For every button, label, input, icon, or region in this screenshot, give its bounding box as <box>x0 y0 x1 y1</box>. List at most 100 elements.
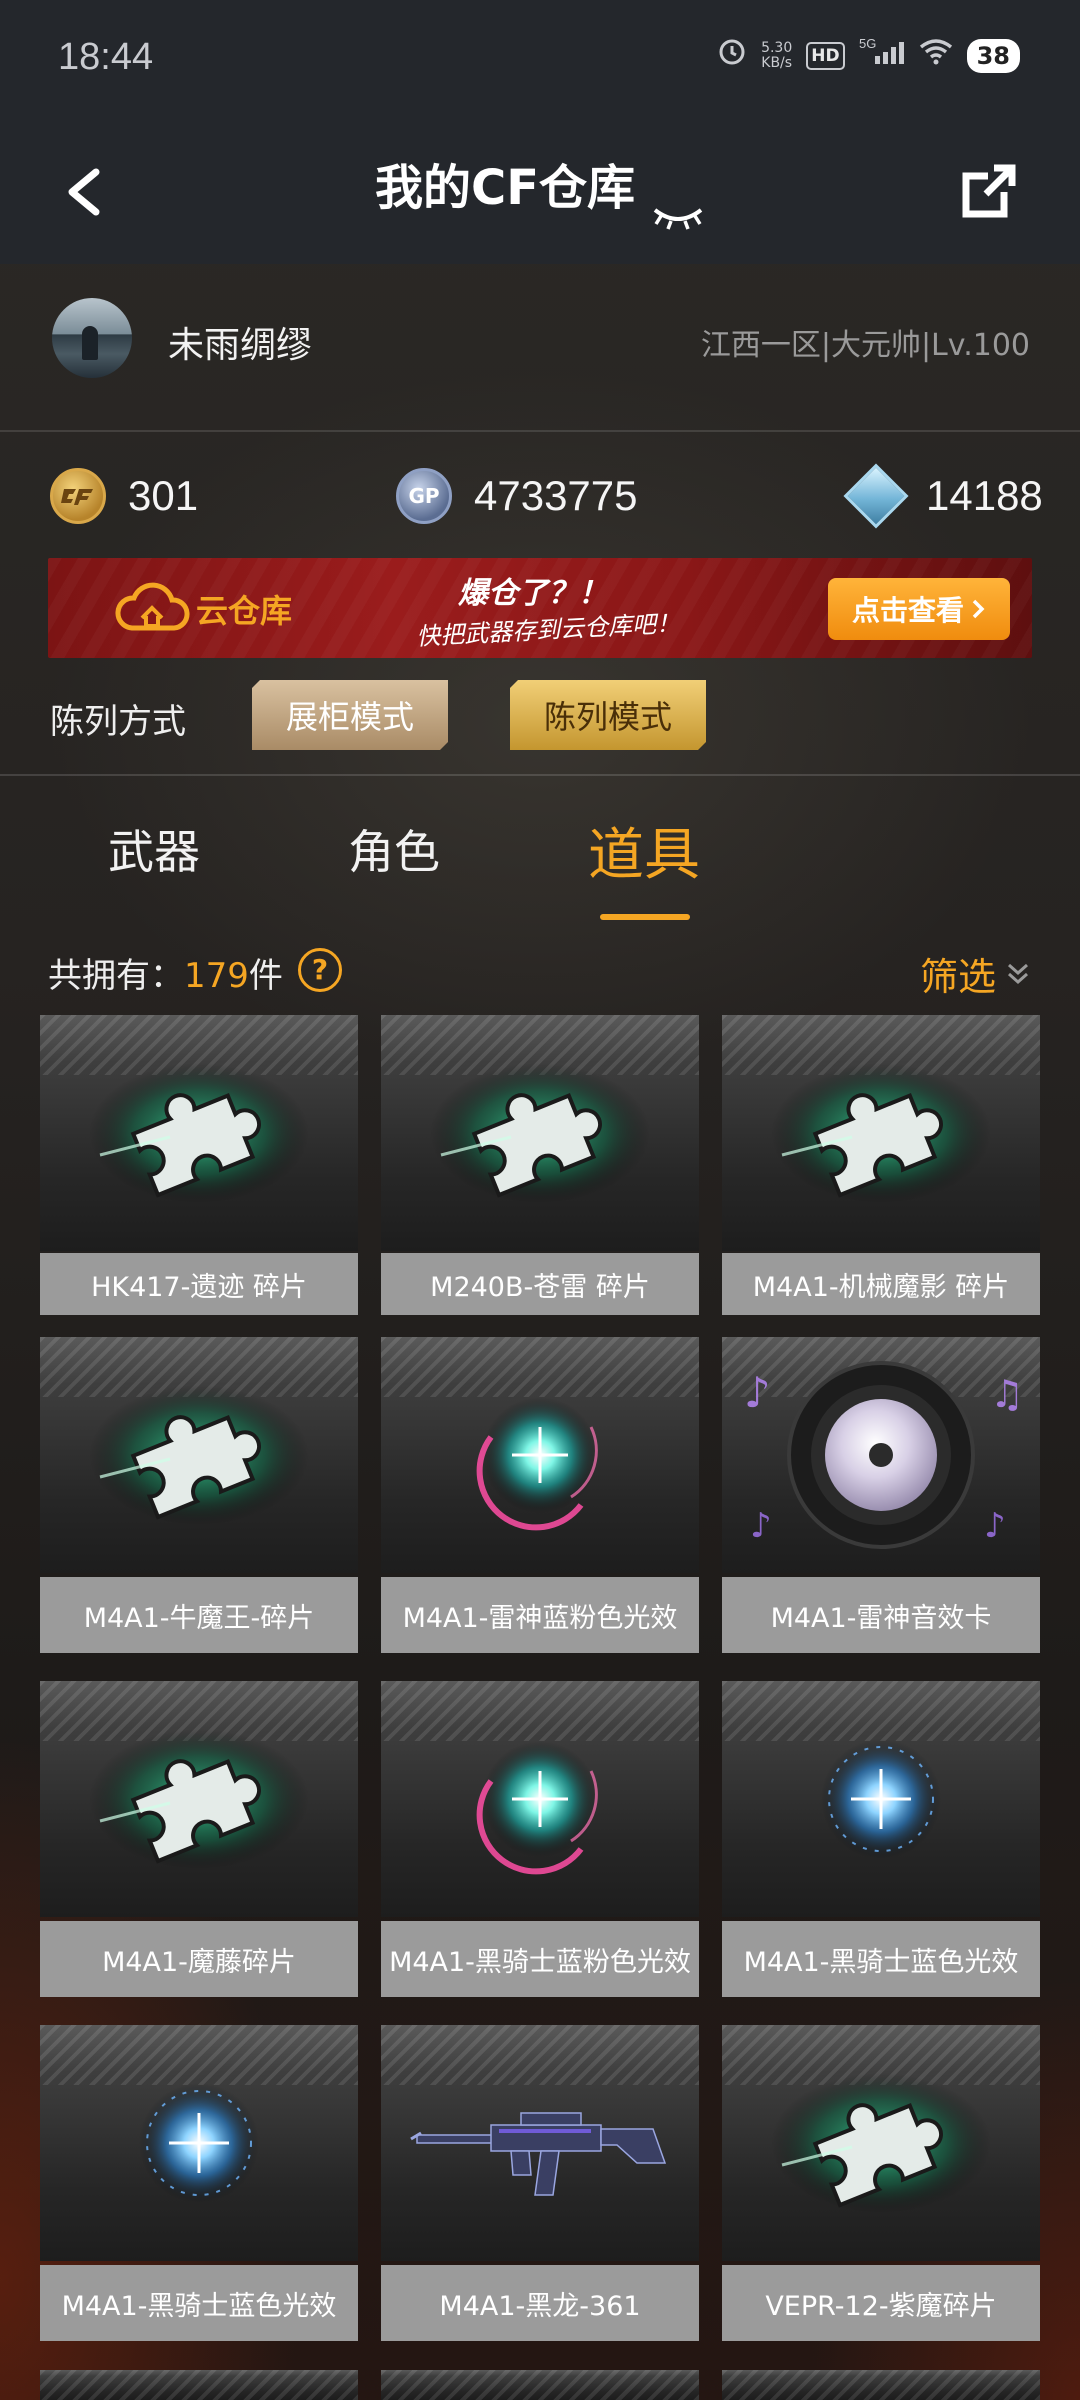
svg-text:5G: 5G <box>859 36 876 51</box>
diamond-point: 14188 <box>843 463 1043 529</box>
status-icons: 5.30 KB/s HD 5G 38 <box>717 36 1020 76</box>
chevron-right-icon <box>972 599 985 619</box>
double-chevron-down-icon <box>1008 963 1028 984</box>
item-card[interactable]: M4A1-黑骑士蓝粉色光效 <box>381 1681 699 1997</box>
glow-blue-icon <box>722 1681 1040 1917</box>
page-title-text: 我的CF仓库 <box>374 160 636 216</box>
item-name: M4A1-黑骑士蓝色光效 <box>40 2265 358 2341</box>
item-name: M4A1-黑骑士蓝粉色光效 <box>381 1921 699 1997</box>
server-info: 江西一区|大元帅|Lv.100 <box>700 328 1030 363</box>
item-name: M4A1-雷神蓝粉色光效 <box>381 1577 699 1653</box>
banner-headline: 爆仓了？！ <box>458 576 608 611</box>
category-tabs: 武器 角色 道具 <box>0 780 1080 920</box>
item-card-partial[interactable] <box>40 2370 358 2400</box>
item-thumbnail <box>40 2370 358 2400</box>
diamond-value: 14188 <box>926 472 1043 519</box>
tab-items[interactable]: 道具 <box>588 810 700 891</box>
share-icon <box>962 164 1016 218</box>
item-thumbnail <box>722 2370 1040 2400</box>
item-name: M4A1-牛魔王-碎片 <box>40 1577 358 1653</box>
item-name: M4A1-黑骑士蓝色光效 <box>722 1921 1040 1997</box>
count-suffix: 件 <box>248 956 283 996</box>
svg-text:♪: ♪ <box>984 1506 1006 1546</box>
puzzle-icon <box>722 2025 1040 2261</box>
item-name: M240B-苍雷 碎片 <box>381 1253 699 1315</box>
puzzle-icon <box>381 1015 699 1251</box>
display-mode-row: 陈列方式 展柜模式 陈列模式 <box>0 680 1080 776</box>
item-card[interactable]: M4A1-黑骑士蓝色光效 <box>40 2025 358 2341</box>
item-name: M4A1-黑龙-361 <box>381 2265 699 2341</box>
item-thumbnail <box>381 2370 699 2400</box>
view-button[interactable]: 点击查看 <box>828 578 1010 640</box>
view-button-label: 点击查看 <box>851 594 964 627</box>
count-row: 共拥有：179件 ? 筛选 <box>0 940 1080 1000</box>
glow-pink-icon <box>381 1337 699 1573</box>
alarm-icon <box>717 36 747 77</box>
list-mode-button[interactable]: 陈列模式 <box>510 680 706 750</box>
item-card-partial[interactable] <box>381 2370 699 2400</box>
item-card[interactable]: M4A1-黑龙-361 <box>381 2025 699 2341</box>
item-name: M4A1-雷神音效卡 <box>722 1577 1040 1653</box>
currency-row: 301 GP 4733775 14188 <box>0 432 1080 557</box>
item-card[interactable]: ♪ ♫ ♪ ♪ M4A1-雷神音效卡 <box>722 1337 1040 1653</box>
status-bar: 18:44 5.30 KB/s HD 5G 38 <box>0 0 1080 120</box>
filter-button[interactable]: 筛选 <box>920 946 1030 1001</box>
username: 未雨绸缪 <box>168 325 313 366</box>
count-prefix: 共拥有： <box>48 956 184 996</box>
item-card[interactable]: M4A1-魔藤碎片 <box>40 1681 358 1997</box>
item-card-partial[interactable] <box>722 2370 1040 2400</box>
gp-coin-icon: GP <box>396 468 452 524</box>
avatar[interactable] <box>52 298 132 378</box>
cf-coin-icon <box>50 468 106 524</box>
rifle-icon <box>381 2025 699 2261</box>
item-card[interactable]: M4A1-牛魔王-碎片 <box>40 1337 358 1653</box>
banner-subline: 快把武器存到云仓库吧！ <box>415 609 681 651</box>
app-screen: 18:44 5.30 KB/s HD 5G 38 我的CF仓库 未雨绸缪 江西一… <box>0 0 1080 2400</box>
item-name: M4A1-机械魔影 碎片 <box>722 1253 1040 1315</box>
puzzle-icon <box>40 1015 358 1251</box>
help-icon[interactable]: ? <box>298 948 342 992</box>
hd-icon: HD <box>806 42 845 70</box>
item-card[interactable]: M240B-苍雷 碎片 <box>381 1015 699 1315</box>
svg-text:♪: ♪ <box>744 1368 771 1417</box>
item-card[interactable]: HK417-遗迹 碎片 <box>40 1015 358 1315</box>
share-button[interactable] <box>948 152 1028 232</box>
banner-brand: 云仓库 <box>196 592 293 630</box>
puzzle-icon <box>40 1681 358 1917</box>
item-card[interactable]: M4A1-机械魔影 碎片 <box>722 1015 1040 1315</box>
item-card[interactable]: VEPR-12-紫魔碎片 <box>722 2025 1040 2341</box>
svg-text:♫: ♫ <box>990 1372 1024 1416</box>
tab-weapons[interactable]: 武器 <box>108 816 200 882</box>
tab-characters[interactable]: 角色 <box>348 816 440 882</box>
status-time: 18:44 <box>58 36 154 78</box>
profile-row: 未雨绸缪 江西一区|大元帅|Lv.100 <box>0 264 1080 432</box>
item-card[interactable]: M4A1-雷神蓝粉色光效 <box>381 1337 699 1653</box>
item-card[interactable]: M4A1-黑骑士蓝色光效 <box>722 1681 1040 1997</box>
cabinet-mode-button[interactable]: 展柜模式 <box>252 680 448 750</box>
count-number: 179 <box>184 956 249 996</box>
active-tab-indicator <box>600 914 690 920</box>
glow-pink-icon <box>381 1681 699 1917</box>
wifi-icon <box>919 36 953 76</box>
gp-point: GP 4733775 <box>396 468 638 524</box>
cf-value: 301 <box>128 472 199 519</box>
gp-value: 4733775 <box>474 472 638 519</box>
display-mode-label: 陈列方式 <box>50 702 186 742</box>
battery-level: 38 <box>966 39 1020 73</box>
cf-point: 301 <box>50 468 198 524</box>
cloud-house-icon <box>115 582 190 631</box>
glow-blue-icon <box>40 2025 358 2261</box>
item-name: HK417-遗迹 碎片 <box>40 1253 358 1315</box>
eye-closed-icon[interactable] <box>651 176 705 230</box>
network-speed: 5.30 KB/s <box>761 40 793 71</box>
filter-label: 筛选 <box>919 955 996 999</box>
music-disc-icon: ♪ ♫ ♪ ♪ <box>722 1337 1040 1573</box>
diamond-icon <box>843 463 909 529</box>
item-name: VEPR-12-紫魔碎片 <box>722 2265 1040 2341</box>
item-count: 共拥有：179件 <box>48 948 283 997</box>
svg-text:♪: ♪ <box>750 1506 772 1546</box>
signal-icon: 5G <box>859 36 905 77</box>
cloud-storage-banner[interactable]: 云仓库 爆仓了？！ 快把武器存到云仓库吧！ 点击查看 <box>48 558 1032 658</box>
puzzle-icon <box>40 1337 358 1573</box>
title-bar: 我的CF仓库 <box>0 120 1080 264</box>
